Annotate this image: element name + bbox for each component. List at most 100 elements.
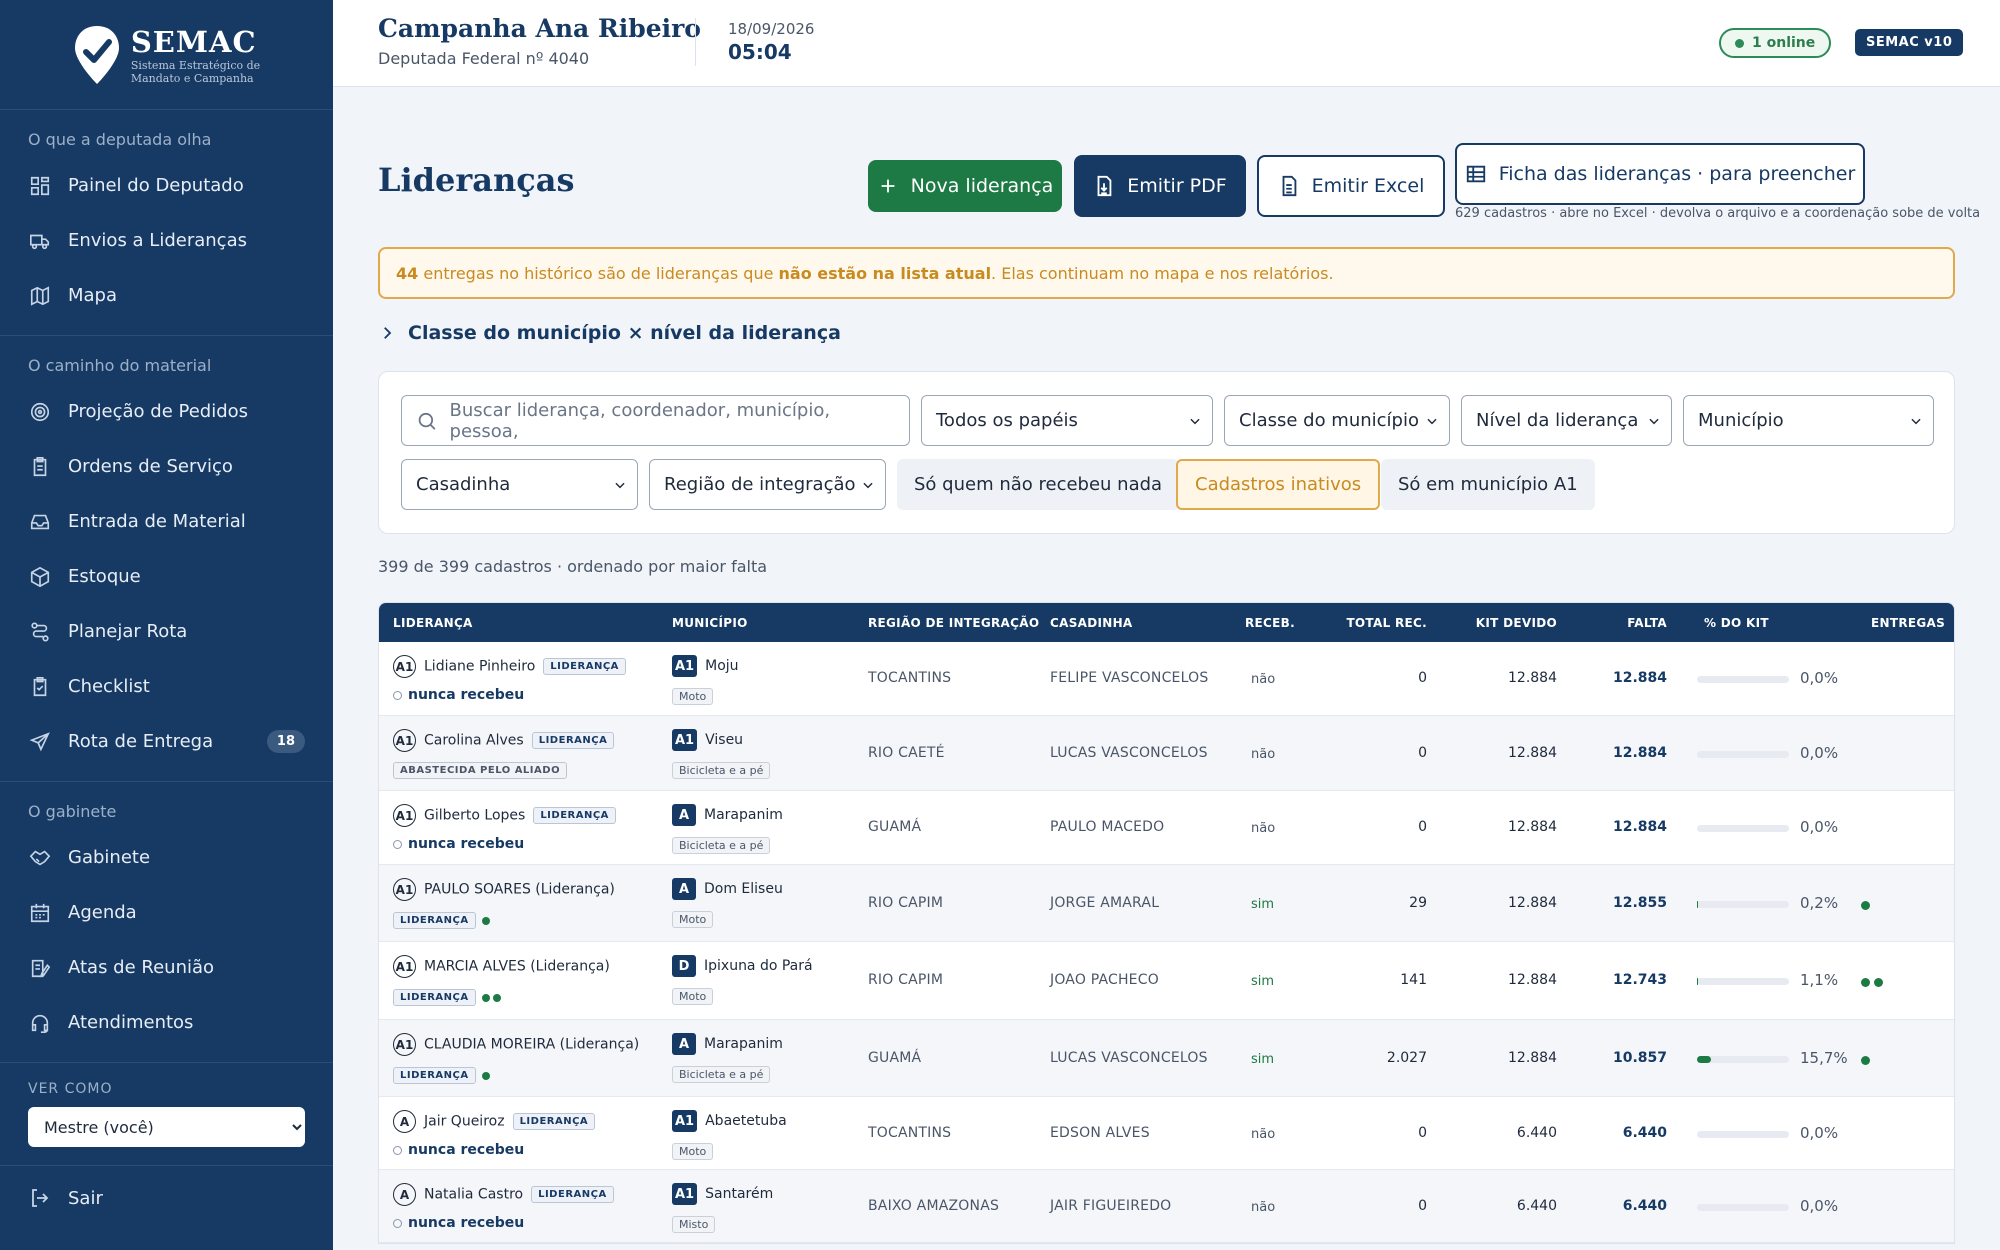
sidebar-item-mapa[interactable]: Mapa <box>0 268 333 323</box>
table-row[interactable]: A1 Lidiane Pinheiro LIDERANÇA nunca recebeu… <box>379 642 1954 716</box>
kit-progress-bar <box>1697 751 1789 758</box>
new-leadership-button[interactable]: Nova liderança <box>868 160 1062 212</box>
role-status: LIDERANÇA <box>393 989 501 1006</box>
empty-circle-icon <box>393 839 402 849</box>
leadership-name[interactable]: MARCIA ALVES (Liderança) <box>424 959 610 975</box>
column-header[interactable]: % DO KIT <box>1704 616 1769 630</box>
transport-mode: Moto <box>672 988 714 1005</box>
sidebar-item-atendimentos[interactable]: Atendimentos <box>0 995 333 1050</box>
never-received-status: nunca recebeu <box>393 1215 524 1231</box>
empty-circle-icon <box>393 1145 402 1155</box>
shortfall-cell: 12.855 <box>1612 895 1667 911</box>
sidebar-section-heading: O caminho do material <box>28 356 212 375</box>
sidebar-item-projecao-de-pedidos[interactable]: Projeção de Pedidos <box>0 384 333 439</box>
sidebar: SEMAC Sistema Estratégico de Mandato e C… <box>0 0 333 1250</box>
municipio-select[interactable]: Município <box>1683 395 1934 446</box>
sidebar-item-estoque[interactable]: Estoque <box>0 549 333 604</box>
online-indicator[interactable]: 1 online <box>1719 28 1832 58</box>
column-header[interactable]: MUNICÍPIO <box>672 616 748 630</box>
casadinha-select[interactable]: Casadinha <box>401 459 638 510</box>
leadership-cell: A1 Carolina Alves LIDERANÇA <box>393 729 615 752</box>
column-header[interactable]: FALTA <box>1627 616 1667 630</box>
municipio-cell: A Dom Eliseu <box>672 878 783 900</box>
role-tag: LIDERANÇA <box>533 807 616 824</box>
table-row[interactable]: A Natalia Castro LIDERANÇA nunca recebeu A1 S… <box>379 1170 1954 1243</box>
leadership-name[interactable]: Natalia Castro <box>424 1187 523 1203</box>
column-header[interactable]: RECEB. <box>1245 616 1295 630</box>
table-row[interactable]: A1 MARCIA ALVES (Liderança) LIDERANÇA D Ipix… <box>379 942 1954 1020</box>
role-tag: LIDERANÇA <box>531 732 615 749</box>
classe-select[interactable]: Classe do município <box>1224 395 1450 446</box>
kit-progress-bar <box>1697 1131 1789 1138</box>
sidebar-item-atas-de-reuniao[interactable]: Atas de Reunião <box>0 940 333 995</box>
shortfall-cell: 10.857 <box>1612 1050 1667 1066</box>
search-input[interactable]: Buscar liderança, coordenador, município… <box>401 395 910 446</box>
sidebar-item-agenda[interactable]: Agenda <box>0 885 333 940</box>
deliveries-cell <box>1861 1053 1874 1069</box>
ficha-button[interactable]: Ficha das lideranças · para preencher <box>1455 143 1865 205</box>
emit-excel-button[interactable]: Emitir Excel <box>1257 155 1445 217</box>
table-row[interactable]: A1 PAULO SOARES (Liderança) LIDERANÇA A Dom … <box>379 865 1954 942</box>
sidebar-item-gabinete[interactable]: Gabinete <box>0 830 333 885</box>
column-header[interactable]: CASADINHA <box>1050 616 1133 630</box>
plus-icon <box>881 179 895 193</box>
chip-municipio-a1[interactable]: Só em município A1 <box>1381 459 1595 510</box>
column-header[interactable]: KIT DEVIDO <box>1476 616 1557 630</box>
casadinha-value: Casadinha <box>416 474 511 495</box>
ficha-label: Ficha das lideranças · para preencher <box>1498 163 1856 185</box>
column-header[interactable]: LIDERANÇA <box>393 616 473 630</box>
view-as-label: VER COMO <box>28 1081 113 1097</box>
papeis-select[interactable]: Todos os papéis <box>921 395 1213 446</box>
total-received-cell: 0 <box>1418 1198 1427 1214</box>
regiao-select[interactable]: Região de integração <box>649 459 886 510</box>
sidebar-section: O que a deputada olha Painel do Deputado… <box>0 110 333 336</box>
sidebar-item-envios-a-liderancas[interactable]: Envios a Lideranças <box>0 213 333 268</box>
sidebar-item-ordens-de-servico[interactable]: Ordens de Serviço <box>0 439 333 494</box>
casadinha-cell: EDSON ALVES <box>1050 1125 1150 1141</box>
casadinha-cell: LUCAS VASCONCELOS <box>1050 1050 1208 1066</box>
region-cell: GUAMÁ <box>868 1050 922 1066</box>
column-header[interactable]: TOTAL REC. <box>1346 616 1427 630</box>
leadership-name[interactable]: Lidiane Pinheiro <box>424 659 535 675</box>
leadership-name[interactable]: Carolina Alves <box>424 733 524 749</box>
version-badge: SEMAC v10 <box>1855 29 1964 56</box>
chip-inativos[interactable]: Cadastros inativos <box>1176 459 1381 510</box>
leadership-name[interactable]: PAULO SOARES (Liderança) <box>424 882 615 898</box>
sidebar-item-entrada-de-material[interactable]: Entrada de Material <box>0 494 333 549</box>
sidebar-item-label: Gabinete <box>68 847 151 868</box>
leadership-name[interactable]: Jair Queiroz <box>424 1114 505 1130</box>
empty-circle-icon <box>393 1218 402 1228</box>
chip-nao-recebeu[interactable]: Só quem não recebeu nada <box>897 459 1180 510</box>
logout-icon <box>32 1189 49 1207</box>
logout-button[interactable]: Sair <box>28 1186 103 1210</box>
leadership-name[interactable]: Gilberto Lopes <box>424 808 525 824</box>
table-row[interactable]: A1 CLAUDIA MOREIRA (Liderança) LIDERANÇA A M… <box>379 1020 1954 1097</box>
column-header[interactable]: ENTREGAS <box>1871 616 1945 630</box>
kit-due-cell: 12.884 <box>1508 819 1557 835</box>
role-tag: LIDERANÇA <box>531 1186 614 1203</box>
sidebar-item-checklist[interactable]: Checklist <box>0 659 333 714</box>
sidebar-item-planejar-rota[interactable]: Planejar Rota <box>0 604 333 659</box>
delivery-dot <box>1874 978 1883 987</box>
chevron-down-icon <box>615 482 625 489</box>
view-as: VER COMO Mestre (você) <box>0 1063 333 1166</box>
emit-pdf-button[interactable]: Emitir PDF <box>1074 155 1246 217</box>
table-row[interactable]: A1 Gilberto Lopes LIDERANÇA nunca recebeu A M… <box>379 791 1954 865</box>
leadership-cell: A1 CLAUDIA MOREIRA (Liderança) <box>393 1033 639 1056</box>
table-row[interactable]: A1 Carolina Alves LIDERANÇA ABASTECIDA PELO… <box>379 716 1954 791</box>
column-header[interactable]: REGIÃO DE INTEGRAÇÃO <box>868 616 1039 630</box>
chevron-down-icon <box>1649 418 1659 425</box>
sidebar-item-rota-de-entrega[interactable]: Rota de Entrega 18 <box>0 714 333 769</box>
municipio-cell: D Ipixuna do Pará <box>672 955 813 977</box>
total-received-cell: 141 <box>1400 972 1427 988</box>
leadership-name[interactable]: CLAUDIA MOREIRA (Liderança) <box>424 1037 639 1053</box>
view-as-select[interactable]: Mestre (você) <box>28 1107 305 1147</box>
classe-toggle[interactable]: Classe do município × nível da liderança <box>378 322 841 344</box>
sidebar-item-label: Rota de Entrega <box>68 731 214 752</box>
sidebar-item-painel-do-deputado[interactable]: Painel do Deputado <box>0 158 333 213</box>
level-badge: A1 <box>393 729 416 752</box>
count-badge: 18 <box>266 730 305 753</box>
table-row[interactable]: A Jair Queiroz LIDERANÇA nunca recebeu A1 Aba… <box>379 1097 1954 1170</box>
level-badge: A1 <box>393 1033 416 1056</box>
nivel-select[interactable]: Nível da liderança <box>1461 395 1672 446</box>
